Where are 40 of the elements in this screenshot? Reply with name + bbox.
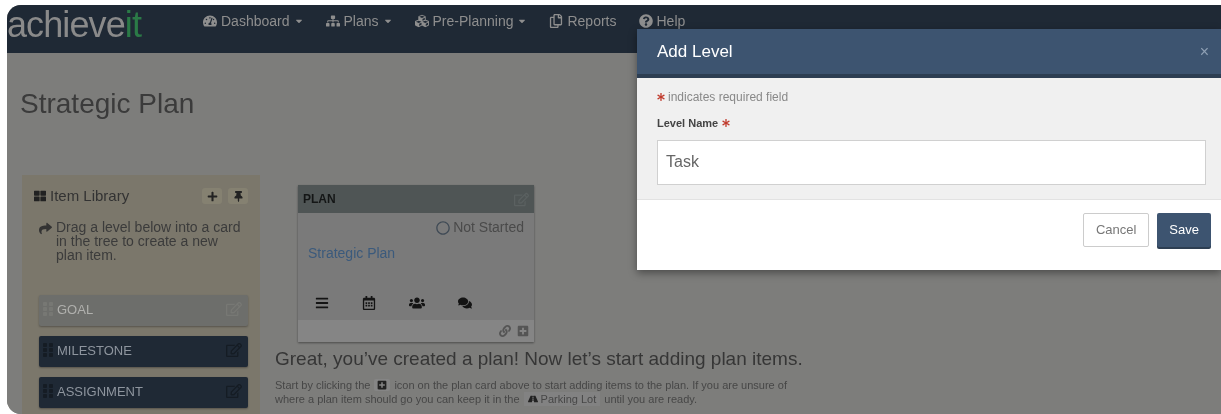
panel-title: Item Library <box>50 186 130 206</box>
help-icon <box>638 14 653 28</box>
nav-link[interactable]: Plans <box>325 10 393 32</box>
required-asterisk-icon <box>657 93 665 101</box>
list-icon[interactable] <box>315 296 329 310</box>
cancel-button[interactable]: Cancel <box>1082 213 1150 247</box>
nav-link[interactable]: Help <box>638 10 686 32</box>
level-item[interactable]: MILESTONE <box>39 335 248 367</box>
road-icon <box>527 393 538 404</box>
required-asterisk-icon <box>722 119 731 128</box>
drag-hint: Drag a level below into a card in the tree to create a new plan item. <box>56 219 242 262</box>
level-item[interactable]: ASSIGNMENT <box>39 376 248 408</box>
nav-link[interactable]: Pre-Planning <box>414 10 528 32</box>
logo[interactable]: achieveit <box>7 5 141 45</box>
copy-icon <box>549 14 564 28</box>
comments-icon[interactable] <box>458 296 472 310</box>
required-note: indicates required field <box>668 89 789 106</box>
plus-square-icon <box>374 378 391 391</box>
gauge-icon <box>203 14 217 28</box>
dialog-title: Add Level <box>657 40 733 63</box>
nav-link[interactable]: Dashboard <box>203 10 304 32</box>
page-title: Strategic Plan <box>20 87 195 121</box>
grid-icon <box>34 190 46 203</box>
save-button[interactable]: Save <box>1157 213 1211 247</box>
intro-heading: Great, you’ve created a plan! Now let’s start adding plan items. <box>275 347 804 371</box>
parking-lot-chip[interactable]: Parking Lot <box>523 391 601 406</box>
sitemap-icon <box>325 14 340 28</box>
calendar-icon[interactable] <box>362 296 376 310</box>
cubes-icon <box>414 14 429 28</box>
level-name-field[interactable]: Task <box>657 139 1206 185</box>
plus-icon <box>206 190 218 202</box>
pin-icon <box>232 190 244 202</box>
pin-button[interactable] <box>228 188 248 205</box>
users-icon[interactable] <box>409 296 425 310</box>
nav-link[interactable]: Reports <box>549 10 617 32</box>
close-button[interactable]: × <box>1199 43 1209 60</box>
share-arrow-icon <box>39 221 52 235</box>
card-header: PLAN <box>303 191 336 208</box>
add-button[interactable] <box>202 188 222 205</box>
field-label: Level Name <box>657 116 719 131</box>
